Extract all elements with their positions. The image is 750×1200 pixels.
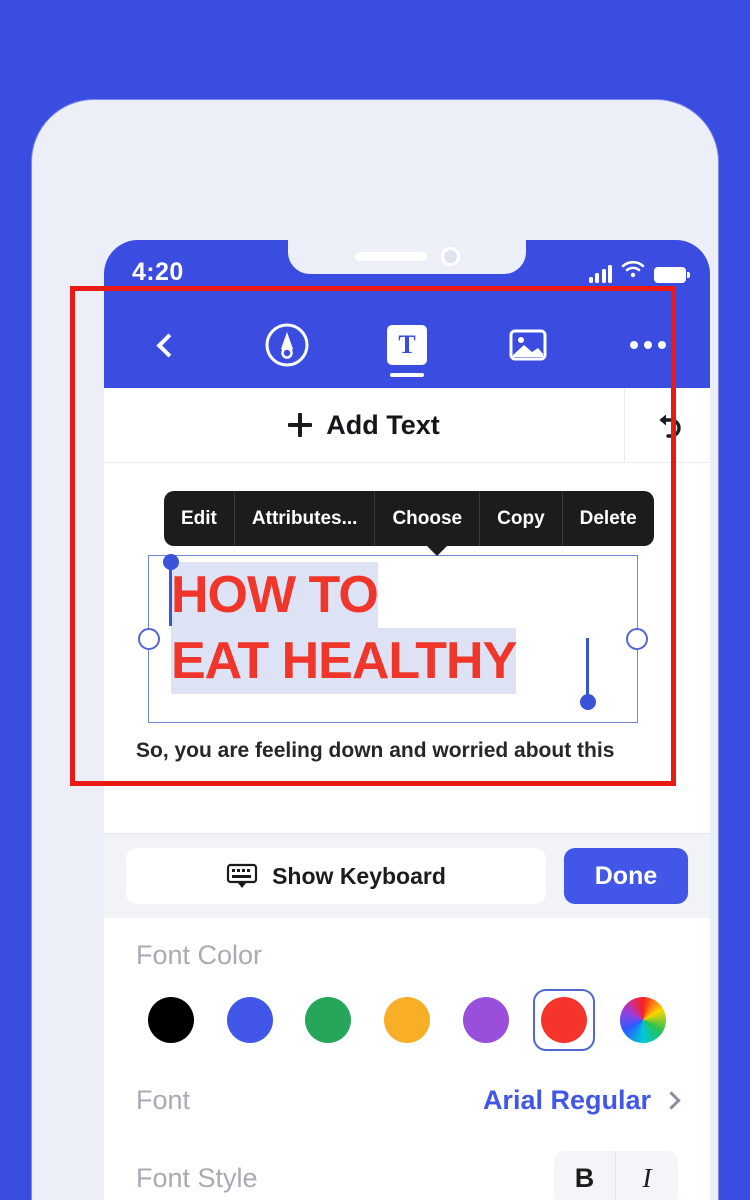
active-indicator [390,373,424,377]
headline-line-2: EAT HEALTHY [171,628,517,695]
body-paragraph: So, you are feeling down and worried abo… [136,739,615,762]
swatch-dot [462,997,509,1043]
draw-tool-button[interactable] [259,317,315,373]
battery-icon [654,267,690,283]
phone-frame: 4:20 T Add Text Edit Attributes... Choos… [32,100,718,1200]
resize-handle-right[interactable] [626,628,648,650]
add-text-header: Add Text [104,388,710,463]
add-text-button[interactable]: Add Text [104,388,624,462]
context-menu-item-edit[interactable]: Edit [164,491,235,546]
notch [288,240,526,274]
plus-icon [288,413,313,437]
selection-caret-end[interactable] [579,638,596,710]
color-swatch-black[interactable] [140,989,202,1051]
chevron-right-icon [662,1090,681,1110]
image-tool-button[interactable] [500,317,556,373]
font-style-label: Font Style [136,1162,258,1193]
font-color-swatch-row [136,971,678,1061]
context-menu: Edit Attributes... Choose Copy Delete [164,491,654,556]
status-icons [588,260,690,283]
color-swatch-green[interactable] [297,989,359,1051]
more-horizontal-icon [630,341,666,349]
done-button[interactable]: Done [564,848,688,904]
signal-icon [588,265,612,283]
font-color-section: Font Color [136,918,678,1061]
font-label: Font [136,1084,191,1115]
color-swatch-orange[interactable] [376,989,438,1051]
chevron-left-icon [156,332,181,358]
context-menu-item-delete[interactable]: Delete [563,491,654,546]
font-style-row: Font Style B I [136,1139,678,1200]
bold-button[interactable]: B [554,1151,616,1200]
font-row[interactable]: Font Arial Regular [136,1061,681,1139]
color-swatch-rainbow[interactable] [612,989,674,1051]
screenshot-stage: 4:20 T Add Text Edit Attributes... Choos… [0,0,750,1200]
italic-button[interactable]: I [616,1151,678,1200]
text-T-icon: T [387,325,427,365]
font-color-label: Font Color [136,940,263,970]
context-menu-item-choose[interactable]: Choose [375,491,481,546]
headline-line-1: HOW TO [171,562,379,629]
selection-caret-icon [162,554,179,570]
selection-caret-start[interactable] [162,554,179,626]
color-swatch-blue[interactable] [219,989,281,1051]
add-text-label: Add Text [326,409,440,440]
editor-canvas[interactable]: Edit Attributes... Choose Copy Delete HO… [104,463,710,833]
status-clock: 4:20 [132,258,184,286]
color-swatch-red-selected[interactable] [533,989,596,1051]
keyboard-icon [226,863,258,888]
front-camera-icon [440,246,460,266]
status-bar: 4:20 [104,240,710,302]
pen-circle-icon [265,323,308,367]
text-tool-button[interactable]: T [379,317,435,377]
back-button[interactable] [138,317,194,373]
show-keyboard-label: Show Keyboard [272,862,446,889]
font-value: Arial Regular [482,1084,651,1115]
undo-button[interactable] [624,388,710,462]
color-swatch-purple[interactable] [455,989,517,1051]
more-options-button[interactable] [620,317,676,373]
color-wheel-icon [619,997,666,1043]
keyboard-bar: Show Keyboard Done [104,833,710,918]
swatch-dot [383,997,430,1043]
options-panel: Font Color Font Arial Regular Font Style… [104,918,710,1200]
font-style-group: B I [554,1151,678,1200]
swatch-dot [541,997,588,1043]
context-menu-item-attributes[interactable]: Attributes... [235,491,376,546]
swatch-dot [226,997,273,1043]
resize-handle-left[interactable] [138,628,160,650]
wifi-icon [621,260,645,283]
context-menu-item-copy[interactable]: Copy [480,491,563,546]
headline-text: HOW TO EAT HEALTHY [171,562,617,695]
editor-toolbar: T [104,302,710,388]
swatch-dot [148,997,194,1043]
selected-text-object[interactable]: HOW TO EAT HEALTHY [138,554,648,723]
speaker-bar [354,251,427,261]
phone-screen: 4:20 T Add Text Edit Attributes... Choos… [104,240,710,1200]
font-value-button[interactable]: Arial Regular [482,1084,681,1116]
show-keyboard-button[interactable]: Show Keyboard [126,848,546,904]
image-icon [509,329,546,361]
selection-caret-icon [579,694,596,710]
undo-icon [659,414,681,438]
swatch-dot [305,997,352,1043]
